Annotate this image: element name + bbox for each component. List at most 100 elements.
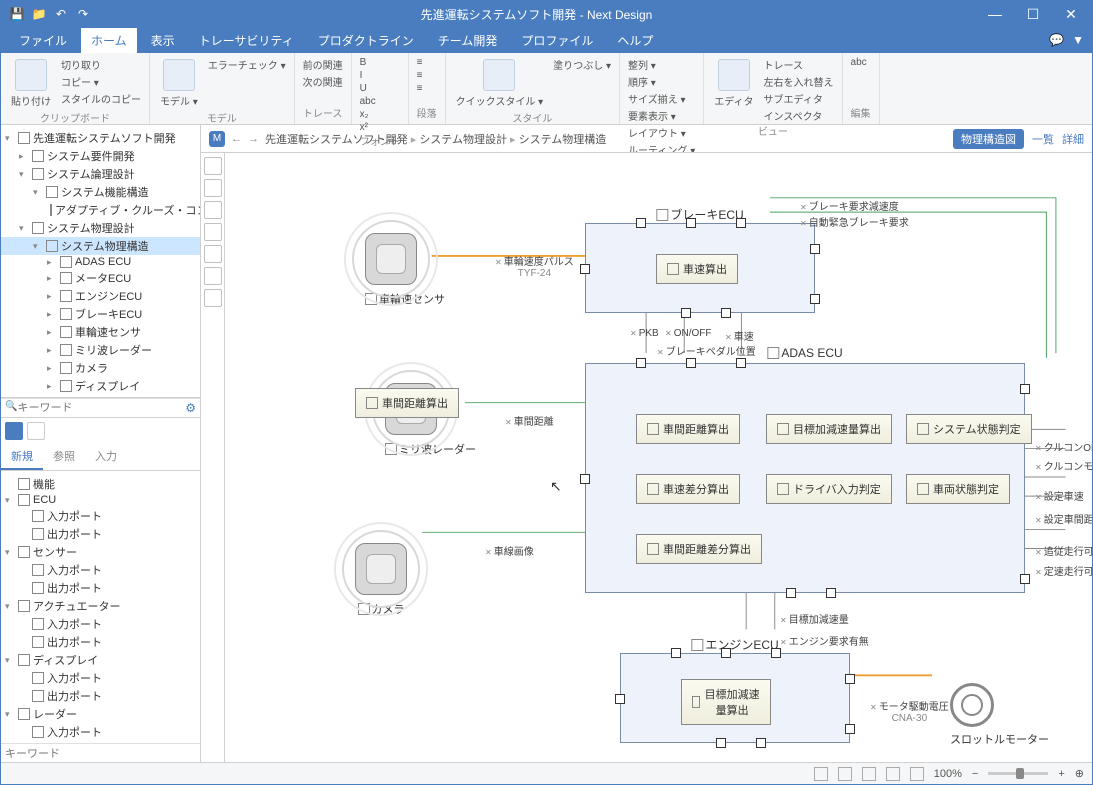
palette-tree-node-2[interactable]: 入力ポート bbox=[1, 507, 200, 525]
menu-tab-0[interactable]: ファイル bbox=[9, 28, 77, 53]
model-tree-node-5[interactable]: ▾システム物理設計 bbox=[1, 219, 200, 237]
ribbon-btn-5-1[interactable]: 塗りつぶし ▾ bbox=[553, 57, 611, 72]
ribbon-btn-7-1[interactable]: トレース bbox=[764, 57, 834, 72]
expander-icon[interactable]: ▸ bbox=[47, 345, 57, 356]
port[interactable] bbox=[736, 358, 746, 368]
model-tree-node-8[interactable]: ▸メータECU bbox=[1, 269, 200, 287]
palette-tree-node-1[interactable]: ▾ECU bbox=[1, 493, 200, 507]
expander-icon[interactable]: ▸ bbox=[47, 257, 57, 268]
expander-icon[interactable]: ▾ bbox=[5, 133, 15, 144]
model-tree-node-9[interactable]: ▸エンジンECU bbox=[1, 287, 200, 305]
port[interactable] bbox=[686, 218, 696, 228]
zoom-out-button[interactable]: − bbox=[972, 768, 978, 780]
palette-tree-node-3[interactable]: 出力ポート bbox=[1, 525, 200, 543]
function-block[interactable]: 車速算出 bbox=[656, 254, 738, 284]
ribbon-btn-6-1[interactable]: 順序 ▾ bbox=[628, 74, 695, 89]
ribbon-btn-0-2[interactable]: コピー ▾ bbox=[61, 74, 141, 89]
view-mode-2-icon[interactable] bbox=[838, 767, 852, 781]
palette-tree-node-10[interactable]: ▾ディスプレイ bbox=[1, 651, 200, 669]
undo-icon[interactable]: ↶ bbox=[53, 6, 69, 22]
port[interactable] bbox=[1020, 574, 1030, 584]
model-tree-node-13[interactable]: ▸カメラ bbox=[1, 359, 200, 377]
breadcrumb-1[interactable]: システム物理設計 bbox=[419, 134, 507, 146]
ribbon-btn-3-0[interactable]: B bbox=[360, 57, 376, 68]
expander-icon[interactable]: ▾ bbox=[19, 169, 29, 180]
ribbon-btn-3-4[interactable]: x₂ bbox=[360, 109, 376, 120]
port[interactable] bbox=[580, 264, 590, 274]
zoom-in-button[interactable]: + bbox=[1058, 768, 1064, 780]
port[interactable] bbox=[1020, 384, 1030, 394]
menu-tab-6[interactable]: プロファイル bbox=[511, 28, 603, 53]
model-tree-node-4[interactable]: アダプティブ・クルーズ・コントロール bbox=[1, 201, 200, 219]
menu-tab-5[interactable]: チーム開発 bbox=[428, 28, 508, 53]
palette-tree-node-0[interactable]: 機能 bbox=[1, 475, 200, 493]
list-view-link[interactable]: 一覧 bbox=[1032, 131, 1054, 147]
view-type-badge[interactable]: 物理構造図 bbox=[953, 129, 1024, 149]
ribbon-btn-4-0[interactable]: ≡ bbox=[417, 57, 423, 68]
view-mode-5-icon[interactable] bbox=[910, 767, 924, 781]
port[interactable] bbox=[580, 474, 590, 484]
tool-shape[interactable] bbox=[204, 267, 222, 285]
palette-tab-0[interactable]: 新規 bbox=[1, 444, 43, 470]
expander-icon[interactable]: ▾ bbox=[5, 709, 15, 720]
port[interactable] bbox=[771, 648, 781, 658]
zoom-slider[interactable] bbox=[988, 772, 1048, 775]
expander-icon[interactable]: ▾ bbox=[33, 241, 43, 252]
port[interactable] bbox=[845, 724, 855, 734]
nav-forward-button[interactable]: → bbox=[248, 133, 259, 145]
ribbon-btn-6-3[interactable]: 要素表示 ▾ bbox=[628, 108, 695, 123]
port[interactable] bbox=[756, 738, 766, 748]
view-mode-4-icon[interactable] bbox=[886, 767, 900, 781]
ecu-engine[interactable]: エンジンECU目標加減速量算出 bbox=[620, 653, 850, 743]
fit-button[interactable]: ⊕ bbox=[1075, 767, 1084, 780]
ecu-brake[interactable]: ブレーキECU車速算出 bbox=[585, 223, 815, 313]
tool-zoom[interactable] bbox=[204, 201, 222, 219]
actuator-throttle[interactable]: スロットルモーター bbox=[950, 683, 1049, 747]
port[interactable] bbox=[721, 648, 731, 658]
port[interactable] bbox=[826, 588, 836, 598]
ribbon-btn-7-0[interactable]: エディタ bbox=[712, 57, 755, 110]
sensor-camera[interactable]: カメラ bbox=[355, 543, 407, 617]
model-tree-node-7[interactable]: ▸ADAS ECU bbox=[1, 255, 200, 269]
model-tree-node-12[interactable]: ▸ミリ波レーダー bbox=[1, 341, 200, 359]
ribbon-btn-1-0[interactable]: モデル ▾ bbox=[158, 57, 200, 110]
palette-alt-icon[interactable] bbox=[27, 422, 45, 440]
port[interactable] bbox=[615, 694, 625, 704]
port[interactable] bbox=[681, 308, 691, 318]
expander-icon[interactable]: ▾ bbox=[5, 601, 15, 612]
menu-tab-1[interactable]: ホーム bbox=[81, 28, 137, 53]
tree-filter-input[interactable] bbox=[17, 401, 185, 415]
tool-note[interactable] bbox=[204, 245, 222, 263]
function-block[interactable]: 目標加減速量算出 bbox=[681, 679, 771, 725]
expander-icon[interactable]: ▾ bbox=[5, 547, 15, 558]
function-block[interactable]: システム状態判定 bbox=[906, 414, 1032, 444]
port[interactable] bbox=[845, 674, 855, 684]
port[interactable] bbox=[686, 358, 696, 368]
palette-filter-input[interactable] bbox=[5, 748, 196, 760]
expander-icon[interactable]: ▸ bbox=[47, 327, 57, 338]
port[interactable] bbox=[636, 358, 646, 368]
ribbon-btn-0-1[interactable]: 切り取り bbox=[61, 57, 141, 72]
sensor-wheel[interactable]: 車輪速センサ bbox=[365, 233, 445, 307]
ribbon-btn-2-0[interactable]: 前の関連 bbox=[303, 57, 343, 72]
palette-tree-node-7[interactable]: ▾アクチュエーター bbox=[1, 597, 200, 615]
expander-icon[interactable]: ▾ bbox=[33, 187, 43, 198]
ribbon-btn-4-1[interactable]: ≡ bbox=[417, 70, 423, 81]
help-dropdown-icon[interactable]: ▼ bbox=[1072, 33, 1084, 47]
port[interactable] bbox=[716, 738, 726, 748]
minimize-button[interactable]: — bbox=[982, 6, 1008, 23]
palette-tree-node-14[interactable]: 入力ポート bbox=[1, 723, 200, 741]
ribbon-btn-3-1[interactable]: I bbox=[360, 70, 376, 81]
expander-icon[interactable]: ▸ bbox=[47, 309, 57, 320]
ribbon-btn-3-3[interactable]: abc bbox=[360, 96, 376, 107]
palette-tab-1[interactable]: 参照 bbox=[43, 444, 85, 470]
function-block[interactable]: 目標加減速量算出 bbox=[766, 414, 892, 444]
port[interactable] bbox=[786, 588, 796, 598]
palette-icon[interactable] bbox=[5, 422, 23, 440]
menu-tab-2[interactable]: 表示 bbox=[141, 28, 185, 53]
function-block[interactable]: ドライバ入力判定 bbox=[766, 474, 892, 504]
maximize-button[interactable]: ☐ bbox=[1020, 6, 1046, 23]
ribbon-btn-1-1[interactable]: エラーチェック ▾ bbox=[208, 57, 286, 72]
palette-tree-node-8[interactable]: 入力ポート bbox=[1, 615, 200, 633]
breadcrumb-2[interactable]: システム物理構造 bbox=[519, 134, 607, 146]
